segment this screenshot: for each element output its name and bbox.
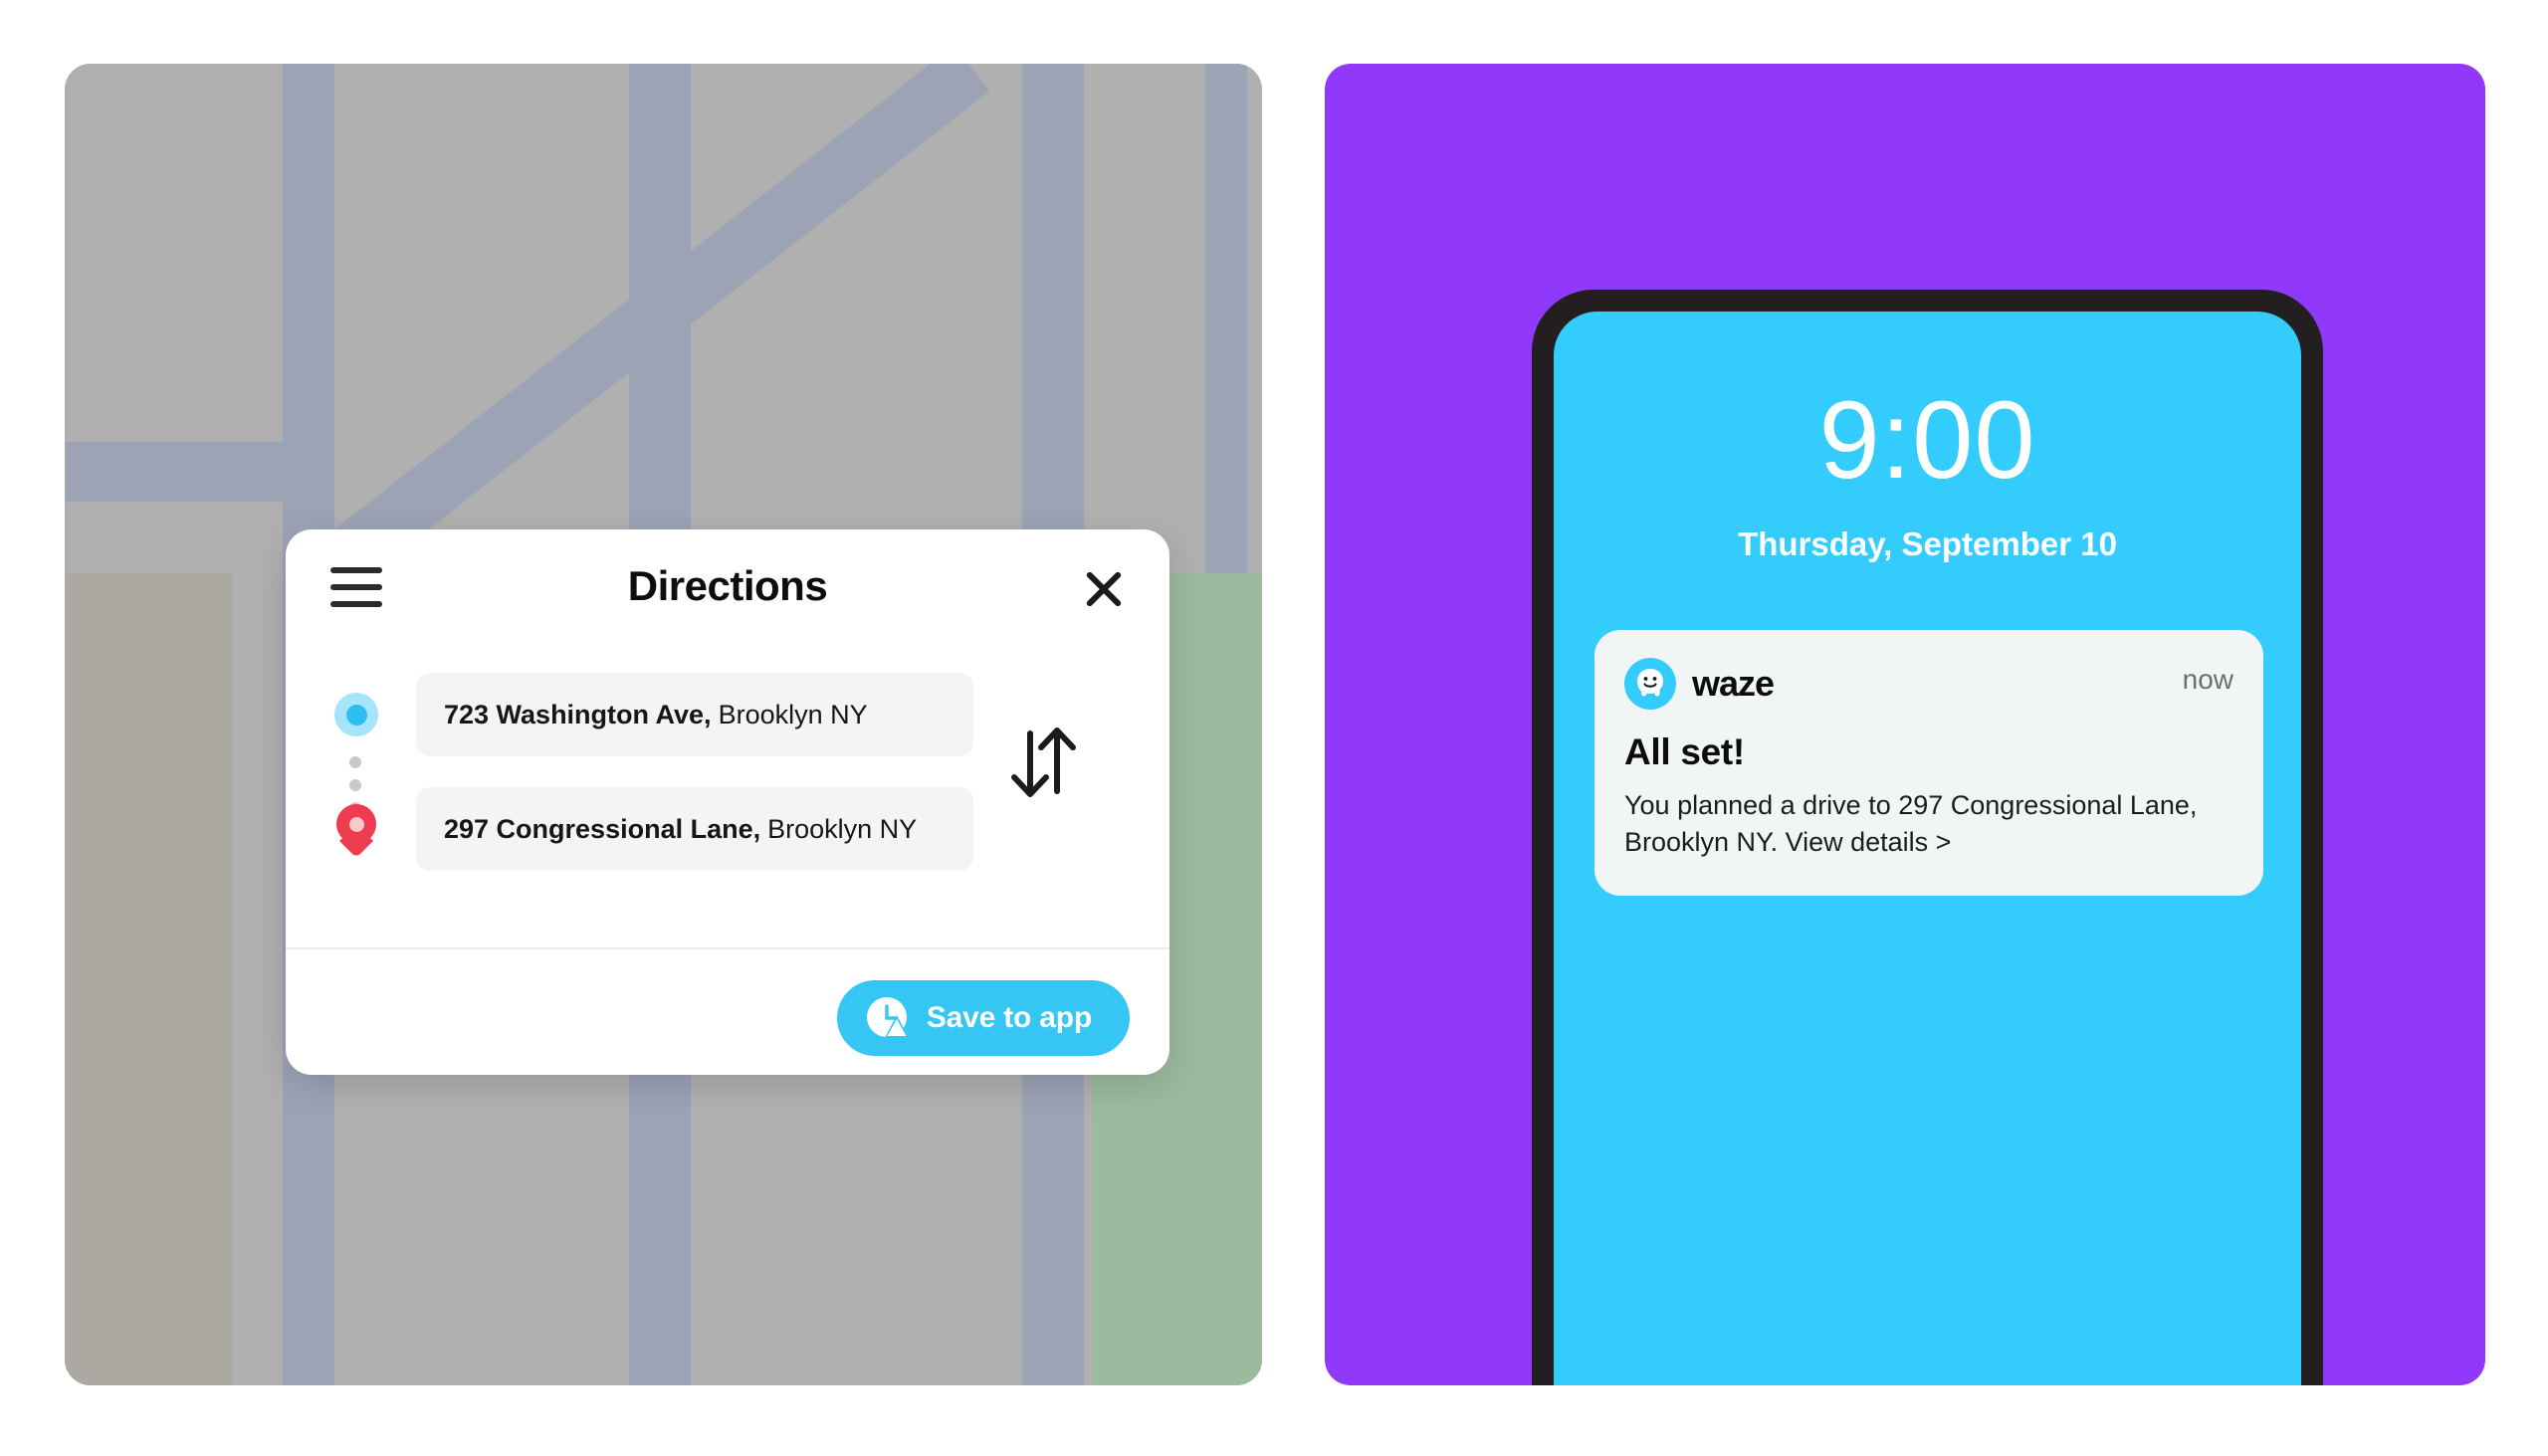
destination-input[interactable]: 297 Congressional Lane, Brooklyn NY: [416, 787, 973, 871]
phone-lock-screen[interactable]: 9:00 Thursday, September 10 waze now All…: [1554, 312, 2301, 1385]
origin-input[interactable]: 723 Washington Ave, Brooklyn NY: [416, 673, 973, 756]
clock-navigation-icon: [863, 993, 911, 1044]
origin-dot-center: [345, 704, 367, 726]
promo-panel: 9:00 Thursday, September 10 waze now All…: [1325, 64, 2485, 1385]
waze-logo-icon: [1624, 658, 1676, 710]
route-marker-column: [325, 645, 395, 943]
destination-street: 297 Congressional Lane,: [444, 813, 761, 844]
notification-body: You planned a drive to 297 Congressional…: [1624, 790, 2198, 858]
lock-screen-time: 9:00: [1818, 379, 2036, 502]
save-to-app-button[interactable]: Save to app: [836, 980, 1130, 1056]
map-tan-block: [65, 573, 232, 1385]
route-connector-dot: [349, 756, 361, 768]
directions-card: Directions 723 Washington Ave, Brooklyn …: [286, 529, 1169, 1075]
map-road-vertical-4: [1205, 64, 1247, 573]
lock-screen-date: Thursday, September 10: [1738, 525, 2117, 562]
save-to-app-label: Save to app: [926, 1001, 1092, 1034]
waze-notification-card[interactable]: waze now All set! You planned a drive to…: [1594, 630, 2263, 896]
pin-hole: [349, 817, 364, 832]
notification-title: All set!: [1624, 731, 1745, 772]
notification-header: waze now: [1624, 658, 2233, 710]
map-road-horizontal-1: [65, 442, 334, 502]
route-area: 723 Washington Ave, Brooklyn NY 297 Cong…: [286, 645, 1169, 943]
origin-city: Brooklyn NY: [718, 699, 868, 729]
card-title: Directions: [627, 562, 828, 609]
route-connector-dot: [349, 779, 361, 791]
waze-app-name: waze: [1692, 663, 1775, 704]
destination-pin-icon: [336, 804, 376, 858]
origin-street: 723 Washington Ave,: [444, 699, 712, 729]
screenshot-stage: Directions 723 Washington Ave, Brooklyn …: [0, 0, 2548, 1456]
origin-dot-icon: [334, 693, 378, 736]
destination-city: Brooklyn NY: [767, 813, 918, 844]
card-header: Directions: [286, 529, 1169, 645]
swap-arrows-icon[interactable]: [1007, 720, 1081, 805]
map-panel[interactable]: Directions 723 Washington Ave, Brooklyn …: [65, 64, 1262, 1385]
phone-frame: 9:00 Thursday, September 10 waze now All…: [1532, 290, 2323, 1385]
close-icon[interactable]: [1082, 567, 1126, 611]
card-divider: [286, 947, 1169, 949]
waze-mascot-svg: [1637, 669, 1663, 697]
notification-timestamp: now: [2182, 664, 2233, 695]
swap-arrows-svg: [1011, 728, 1076, 797]
clock-navigation-svg: [866, 996, 909, 1038]
